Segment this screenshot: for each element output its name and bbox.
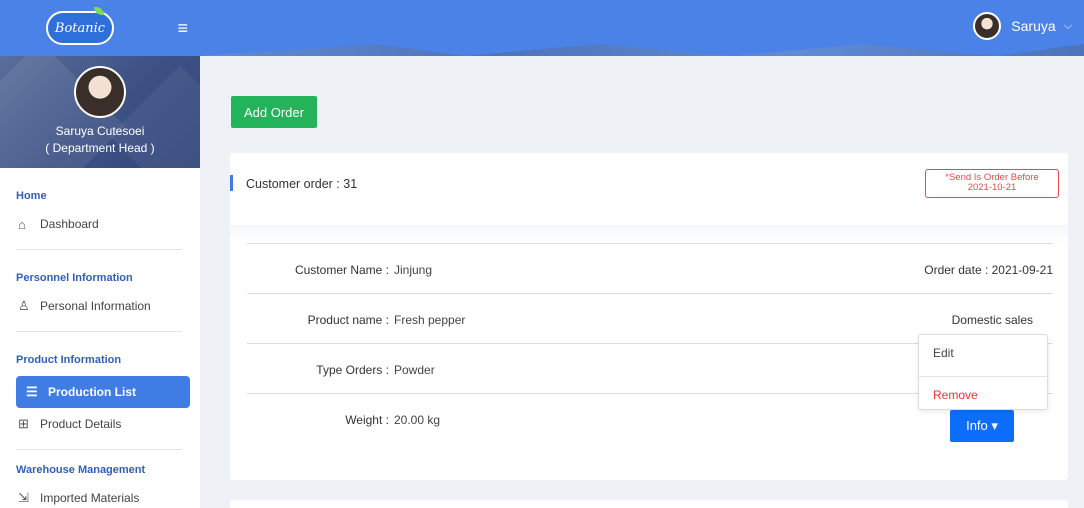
remove-menu-item[interactable]: Remove	[933, 388, 978, 402]
sidebar-item-label: Personal Information	[40, 299, 151, 313]
section-title-warehouse: Warehouse Management	[16, 464, 146, 476]
product-name-label: Product name :	[307, 313, 389, 327]
sidebar-header: Botanic ≡	[0, 0, 200, 56]
chevron-down-icon: ⌵	[1063, 19, 1072, 32]
profile-name: Saruya Cutesoei	[55, 124, 145, 138]
customer-row: Customer Name : Jinjung Order date : 202…	[247, 243, 1053, 293]
header-shadow	[230, 225, 1068, 243]
edit-menu-item[interactable]: Edit	[933, 346, 954, 360]
import-icon: ⇲	[18, 490, 29, 505]
topbar-decoration	[200, 44, 1084, 56]
info-dropdown-menu: Edit Remove	[918, 334, 1048, 410]
profile-panel: Saruya Cutesoei ( Department Head )	[0, 56, 200, 168]
order-card-header: Customer order : 31 *Send Is Order Befor…	[230, 153, 1068, 225]
section-title-product: Product Information	[16, 354, 122, 366]
avatar	[973, 12, 1002, 40]
sidebar-item-dashboard[interactable]: ⌂ Dashboard	[16, 212, 190, 236]
user-name: Saruya	[1011, 18, 1056, 34]
profile-role: ( Department Head )	[45, 141, 155, 155]
add-order-button[interactable]: Add Order	[231, 96, 317, 128]
order-date: Order date : 2021-09-21	[924, 263, 1053, 277]
order-card: Customer order : 31 *Send Is Order Befor…	[230, 153, 1068, 480]
section-title-home: Home	[16, 190, 47, 202]
sidebar-item-imported-materials[interactable]: ⇲ Imported Materials	[16, 486, 190, 508]
logo-text: Botanic	[54, 20, 106, 36]
sidebar-item-label: Product Details	[40, 417, 122, 431]
person-icon: ♙	[18, 298, 30, 313]
info-dropdown-button[interactable]: Info ▾	[950, 410, 1014, 442]
dropdown-divider	[919, 376, 1047, 377]
grid-icon: ⊞	[18, 416, 29, 431]
customer-name-label: Customer Name :	[294, 263, 389, 277]
avatar	[74, 66, 126, 118]
product-name-value: Fresh pepper	[394, 313, 466, 327]
order-title: Customer order : 31	[246, 177, 358, 191]
section-title-personnel: Personnel Information	[16, 272, 133, 284]
sidebar-item-production-list[interactable]: ☰ Production List	[16, 376, 190, 408]
divider	[16, 249, 182, 250]
type-orders-value: Powder	[394, 363, 435, 377]
brand-logo[interactable]: Botanic	[46, 7, 114, 45]
send-deadline-badge: *Send Is Order Before 2021-10-21	[925, 169, 1059, 198]
weight-label: Weight :	[345, 413, 389, 427]
topbar: Saruya ⌵	[200, 0, 1084, 56]
sidebar-item-personal-information[interactable]: ♙ Personal Information	[16, 294, 190, 318]
sidebar-item-label: Dashboard	[40, 217, 99, 231]
sales-type: Domestic sales	[951, 313, 1033, 327]
user-menu[interactable]: Saruya ⌵	[973, 12, 1072, 40]
type-orders-label: Type Orders :	[316, 363, 389, 377]
send-badge-line2: 2021-10-21	[967, 182, 1017, 193]
next-order-card	[230, 500, 1068, 508]
sidebar-item-product-details[interactable]: ⊞ Product Details	[16, 412, 190, 436]
sidebar: Botanic ≡ Saruya Cutesoei ( Department H…	[0, 0, 200, 508]
home-icon: ⌂	[18, 216, 26, 232]
customer-name-value: Jinjung	[394, 263, 433, 277]
weight-value: 20.00 kg	[394, 413, 441, 427]
accent-bar	[230, 175, 233, 191]
sidebar-item-label: Imported Materials	[40, 491, 140, 505]
leaf-icon	[94, 7, 104, 15]
sidebar-item-label: Production List	[48, 385, 136, 399]
list-icon: ☰	[26, 384, 38, 399]
divider	[16, 331, 182, 332]
sidebar-menu: Home ⌂ Dashboard Personnel Information ♙ P…	[0, 190, 200, 508]
hamburger-menu-icon[interactable]: ≡	[177, 18, 188, 39]
divider	[16, 449, 182, 450]
